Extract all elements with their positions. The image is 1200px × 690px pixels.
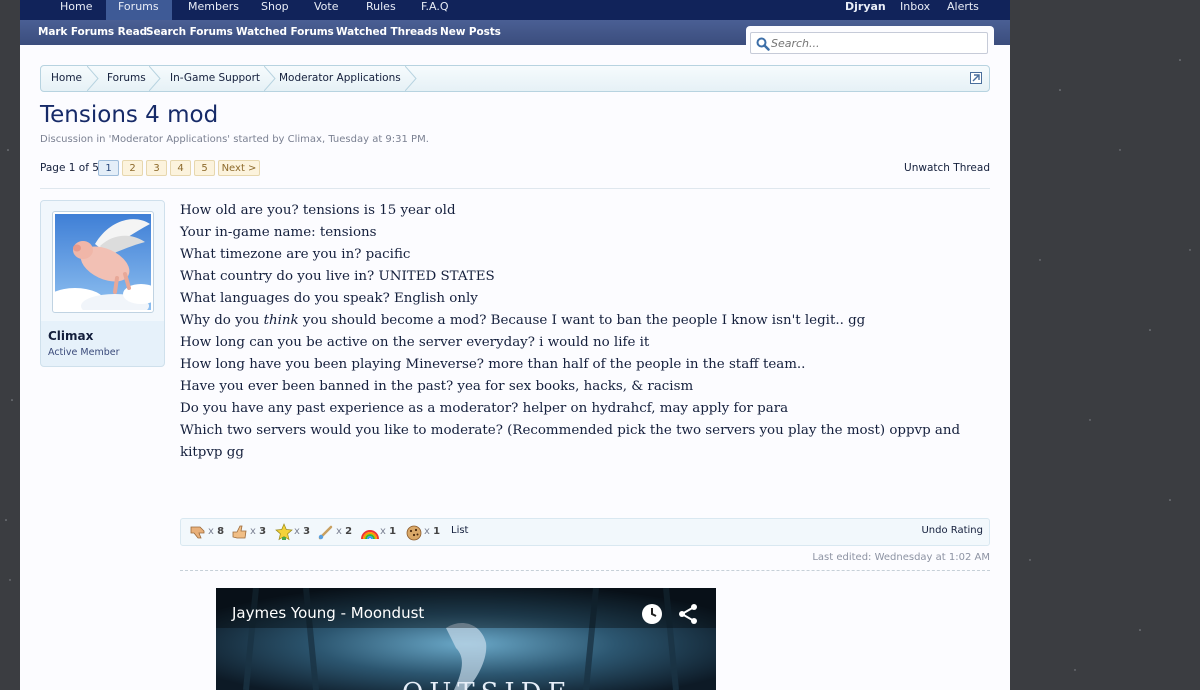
avatar[interactable] (52, 211, 154, 313)
post-line: Do you have any past experience as a mod… (180, 401, 789, 416)
nav-shop[interactable]: Shop (261, 0, 289, 20)
watched-threads-link[interactable]: Watched Threads (336, 26, 438, 38)
why-prefix: Why do you (180, 313, 264, 328)
page-link-3[interactable]: 3 (146, 160, 167, 176)
rating-count: x 2 (336, 526, 353, 537)
top-navigation: Home Forums Members Shop Vote Rules F.A.… (20, 0, 1010, 20)
breadcrumb-home[interactable]: Home (51, 66, 82, 91)
post-line: What country do you live in? UNITED STAT… (180, 269, 495, 284)
post-line: What timezone are you in? pacific (180, 247, 411, 262)
unwatch-thread-link[interactable]: Unwatch Thread (904, 162, 990, 174)
thumbs-down-icon (190, 526, 205, 539)
watched-forums-link[interactable]: Watched Forums (236, 26, 334, 38)
nav-vote[interactable]: Vote (314, 0, 338, 20)
page-link-5[interactable]: 5 (194, 160, 215, 176)
video-art-text: OUTSIDE (402, 678, 566, 690)
post-line: Your in-game name: tensions (180, 225, 377, 240)
ratings-bar: x 8 x 3 x 3 x 2 x 1 x 1 List Undo Rating (180, 518, 990, 546)
post-line: Have you ever been banned in the past? y… (180, 379, 694, 394)
nav-alerts[interactable]: Alerts (947, 0, 979, 20)
breadcrumb-separator-icon (264, 66, 276, 91)
why-suffix: you should become a mod? Because I want … (298, 313, 866, 328)
breadcrumb: Home Forums In-Game Support Moderator Ap… (40, 65, 990, 92)
rainbow-icon (361, 530, 379, 540)
undo-rating-link[interactable]: Undo Rating (921, 525, 983, 536)
ratings-list-link[interactable]: List (451, 525, 468, 536)
nav-inbox[interactable]: Inbox (900, 0, 930, 20)
breadcrumb-separator-icon (87, 66, 99, 91)
breadcrumb-moderator-applications[interactable]: Moderator Applications (279, 66, 401, 91)
post-line: Which two servers would you like to mode… (180, 423, 961, 460)
new-posts-link[interactable]: New Posts (440, 26, 501, 38)
winner-star-icon (275, 523, 293, 541)
nav-home[interactable]: Home (60, 0, 92, 20)
share-icon[interactable] (676, 602, 700, 626)
nav-user-djryan[interactable]: Djryan (845, 0, 886, 20)
jump-menu-icon[interactable] (970, 72, 982, 84)
post-line: How long can you be active on the server… (180, 335, 650, 350)
user-title: Active Member (48, 347, 120, 358)
user-card: Climax Active Member (40, 200, 165, 367)
paintbrush-icon (318, 525, 333, 540)
search-icon (756, 37, 770, 51)
thread-meta: Discussion in 'Moderator Applications' s… (40, 134, 429, 145)
rating-count: x 3 (250, 526, 267, 537)
post-line: How long have you been playing Mineverse… (180, 357, 806, 372)
search-forums-link[interactable]: Search Forums (146, 26, 233, 38)
post-body: How old are you? tensions is 15 year old… (180, 200, 992, 464)
mark-forums-read-link[interactable]: Mark Forums Read (38, 26, 147, 38)
embedded-video[interactable]: Jaymes Young - Moondust OUTSIDE (216, 588, 716, 690)
nav-faq[interactable]: F.A.Q (421, 0, 449, 20)
next-page-button[interactable]: Next > (218, 160, 260, 176)
nav-rules[interactable]: Rules (366, 0, 396, 20)
rating-count: x 1 (424, 526, 441, 537)
post-line-why: Why do you think you should become a mod… (180, 310, 992, 332)
thread-title: Tensions 4 mod (40, 102, 219, 128)
thumbs-up-icon (232, 525, 247, 539)
watch-later-icon[interactable] (640, 602, 664, 626)
last-edited-text: Last edited: Wednesday at 1:02 AM (812, 552, 990, 563)
page-link-1[interactable]: 1 (98, 160, 119, 176)
flying-pig-avatar-image (55, 214, 151, 310)
post-line: How old are you? tensions is 15 year old (180, 203, 456, 218)
video-title[interactable]: Jaymes Young - Moondust (232, 604, 424, 622)
why-emphasis: think (263, 313, 299, 328)
breadcrumb-in-game-support[interactable]: In-Game Support (170, 66, 260, 91)
divider (40, 188, 990, 189)
nav-forums-label: Forums (118, 0, 159, 13)
post-line: What languages do you speak? English onl… (180, 291, 478, 306)
breadcrumb-separator-icon (405, 66, 417, 91)
forum-page: Home Forums Members Shop Vote Rules F.A.… (20, 0, 1010, 690)
search-input[interactable] (750, 32, 988, 54)
rating-count: x 1 (380, 526, 397, 537)
nav-members[interactable]: Members (188, 0, 239, 20)
page-label: Page 1 of 5 (40, 162, 99, 174)
rating-count: x 8 (208, 526, 225, 537)
rating-count: x 3 (294, 526, 311, 537)
username[interactable]: Climax (48, 329, 93, 343)
page-link-2[interactable]: 2 (122, 160, 143, 176)
breadcrumb-forums[interactable]: Forums (107, 66, 146, 91)
nav-forums[interactable]: Forums (118, 0, 159, 20)
breadcrumb-separator-icon (149, 66, 161, 91)
dashed-divider (180, 570, 990, 571)
page-link-4[interactable]: 4 (170, 160, 191, 176)
cookie-icon (406, 525, 422, 541)
